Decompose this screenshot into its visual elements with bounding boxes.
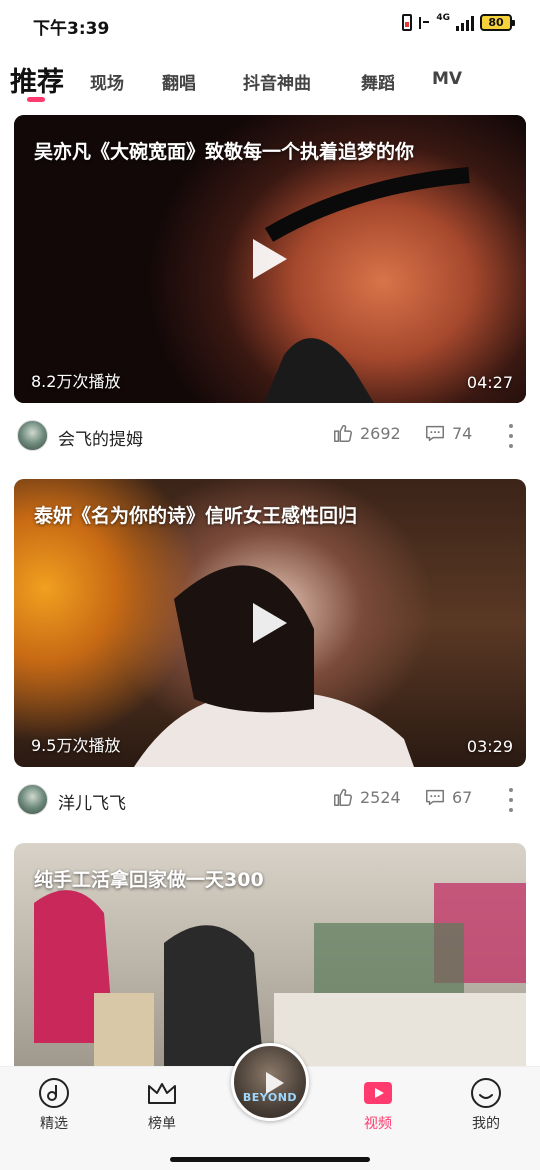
nav-label: 视频 — [364, 1116, 392, 1132]
play-icon[interactable] — [250, 236, 290, 282]
bottom-nav: 精选 榜单 BEYOND 视频 我的 — [0, 1043, 540, 1170]
like-button[interactable]: 2692 — [332, 422, 401, 444]
home-indicator[interactable] — [170, 1157, 370, 1162]
comment-button[interactable]: 67 — [424, 786, 472, 808]
tab-recommend[interactable]: 推荐 — [10, 60, 64, 99]
avatar[interactable] — [17, 420, 48, 451]
nav-label: 精选 — [40, 1116, 68, 1132]
nav-featured[interactable]: 精选 — [14, 1077, 94, 1133]
wifi-call-icon — [419, 16, 430, 29]
comment-count: 74 — [452, 423, 473, 443]
comment-button[interactable]: 74 — [424, 422, 472, 444]
status-time: 下午3:39 — [33, 19, 110, 39]
tab-dance[interactable]: 舞蹈 — [361, 69, 395, 94]
tab-live[interactable]: 现场 — [90, 69, 124, 94]
more-options-icon[interactable] — [506, 424, 516, 448]
nav-video[interactable]: 视频 — [338, 1077, 418, 1133]
play-icon — [266, 1072, 284, 1094]
thumbs-up-icon — [334, 788, 352, 806]
author-name[interactable]: 会飞的提姆 — [58, 425, 143, 450]
sim-card-icon — [402, 14, 413, 31]
nav-label: 榜单 — [148, 1116, 176, 1132]
tab-cover[interactable]: 翻唱 — [162, 69, 196, 94]
tab-douyin-hits[interactable]: 抖音神曲 — [243, 69, 311, 94]
comment-count: 67 — [452, 787, 473, 807]
more-options-icon[interactable] — [506, 788, 516, 812]
comment-icon — [426, 789, 444, 806]
play-count: 9.5万次播放 — [31, 736, 121, 755]
video-duration: 03:29 — [466, 737, 513, 756]
category-tabs: 推荐 现场 翻唱 抖音神曲 舞蹈 MV — [0, 56, 540, 104]
signal-icon — [456, 15, 474, 31]
nav-charts[interactable]: 榜单 — [122, 1077, 202, 1133]
video-meta-row: 洋儿飞飞 2524 67 — [14, 780, 526, 820]
video-play-icon — [364, 1082, 392, 1104]
tab-mv[interactable]: MV — [432, 69, 462, 89]
comment-icon — [426, 425, 444, 442]
video-title: 泰妍《名为你的诗》信听女王感性回归 — [34, 505, 358, 527]
video-meta-row: 会飞的提姆 2692 74 — [14, 416, 526, 456]
video-duration: 04:27 — [466, 373, 513, 392]
play-count: 8.2万次播放 — [31, 372, 121, 391]
play-icon[interactable] — [250, 600, 290, 646]
music-disc-icon — [39, 1078, 69, 1108]
author-name[interactable]: 洋儿飞飞 — [58, 789, 126, 814]
now-playing-text: BEYOND — [242, 1091, 298, 1104]
battery-level: 80 — [488, 16, 504, 29]
like-button[interactable]: 2524 — [332, 786, 401, 808]
now-playing-disc[interactable]: BEYOND — [231, 1043, 309, 1121]
video-card[interactable]: 吴亦凡《大碗宽面》致敬每一个执着追梦的你 8.2万次播放 04:27 — [14, 115, 526, 403]
video-title: 吴亦凡《大碗宽面》致敬每一个执着追梦的你 — [34, 141, 415, 163]
video-card[interactable]: 泰妍《名为你的诗》信听女王感性回归 9.5万次播放 03:29 — [14, 479, 526, 767]
network-type: 4G — [436, 12, 450, 23]
smile-face-icon — [471, 1078, 501, 1108]
battery-icon: 80 — [480, 14, 515, 31]
nav-label: 我的 — [472, 1116, 500, 1132]
status-icons: 4G 80 — [402, 12, 515, 31]
tab-active-indicator — [27, 97, 45, 102]
crown-icon — [148, 1083, 176, 1104]
thumbs-up-icon — [334, 424, 352, 442]
like-count: 2524 — [360, 787, 401, 807]
video-title: 纯手工活拿回家做一天300 — [34, 869, 264, 891]
nav-mine[interactable]: 我的 — [446, 1077, 526, 1133]
like-count: 2692 — [360, 423, 401, 443]
status-bar: 下午3:39 4G 80 — [0, 0, 540, 48]
avatar[interactable] — [17, 784, 48, 815]
